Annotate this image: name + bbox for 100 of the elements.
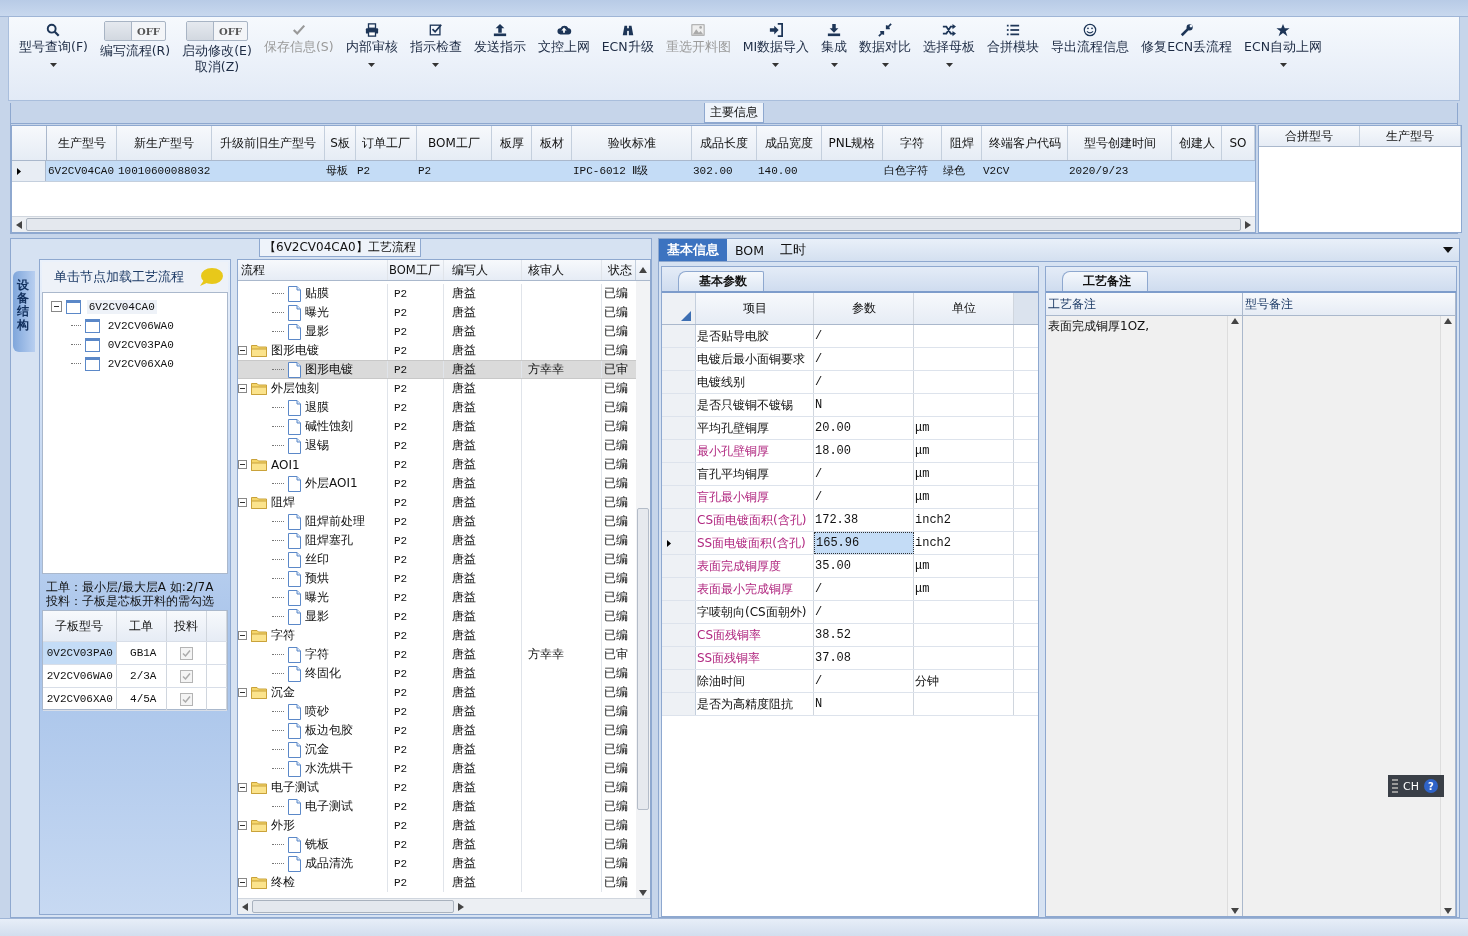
tree-node-label[interactable]: 字符 <box>271 627 295 644</box>
column-header[interactable]: 工艺备注 <box>1046 293 1242 316</box>
table-row[interactable]: 沉金 P2 唐益 已编 <box>238 683 636 702</box>
column-header[interactable]: SO <box>1222 126 1255 160</box>
column-header[interactable]: 生产型号 <box>47 126 117 160</box>
vertical-tab[interactable]: 设备结构 <box>13 271 35 352</box>
table-cell[interactable]: / <box>814 371 914 393</box>
collapse-icon[interactable] <box>238 878 247 887</box>
checkbox[interactable] <box>179 669 193 683</box>
table-cell[interactable]: 2V2CV06XA0 <box>42 688 117 710</box>
toolbar-button[interactable]: 合拼模块 <box>983 21 1044 75</box>
table-row[interactable]: 板边包胶 P2 唐益 已编 <box>238 721 636 740</box>
tree-node-label[interactable]: 电子测试 <box>271 779 319 796</box>
table-row[interactable]: 外层AOI1 P2 唐益 已编 <box>238 474 636 493</box>
column-header[interactable]: 流程 <box>238 260 388 280</box>
tree-node-label[interactable]: 电子测试 <box>305 798 353 815</box>
tree-node-label[interactable]: 退锡 <box>305 437 329 454</box>
table-row[interactable]: 丝印 P2 唐益 已编 <box>238 550 636 569</box>
table-cell[interactable]: N <box>814 693 914 715</box>
tree-node-label[interactable]: 外形 <box>271 817 295 834</box>
table-cell[interactable]: 35.00 <box>814 555 914 577</box>
table-cell[interactable]: 165.96 <box>814 532 914 554</box>
table-row[interactable]: 终固化 P2 唐益 已编 <box>238 664 636 683</box>
tree-node-label[interactable]: 图形电镀 <box>271 342 319 359</box>
toolbar-button[interactable]: 文控上网 <box>533 21 594 75</box>
help-button[interactable]: ? <box>1423 779 1438 793</box>
table-row[interactable]: 退膜 P2 唐益 已编 <box>238 398 636 417</box>
table-cell[interactable]: / <box>814 601 914 623</box>
tree-node-label[interactable]: 铣板 <box>305 836 329 853</box>
table-cell[interactable]: 2V2CV06WA0 <box>42 665 117 687</box>
collapse-icon[interactable] <box>238 631 247 640</box>
toolbar-button[interactable]: 导出流程信息 <box>1047 21 1134 75</box>
scroll-arrow-icon[interactable] <box>242 902 248 911</box>
scroll-arrow-icon[interactable] <box>1245 220 1251 229</box>
tree-node-label[interactable]: 碱性蚀刻 <box>305 418 353 435</box>
column-header[interactable]: 成品宽度 <box>757 126 822 160</box>
toolbar-button[interactable]: 修复ECN丢流程 <box>1137 21 1237 75</box>
tree-node-label[interactable]: 沉金 <box>271 684 295 701</box>
language-label[interactable]: CH <box>1403 779 1419 793</box>
tree-node-label[interactable]: 退膜 <box>305 399 329 416</box>
tree-node-label[interactable]: 终检 <box>271 874 295 891</box>
text-area[interactable]: 工艺备注 表面完成铜厚1OZ, <box>1046 293 1243 916</box>
tree-node-label[interactable]: 曝光 <box>305 589 329 606</box>
toggle-switch[interactable]: OFF <box>185 21 248 41</box>
tab[interactable]: 基本信息 <box>659 239 727 261</box>
tree-node-label[interactable]: 曝光 <box>305 304 329 321</box>
tree-node-label[interactable]: 喷砂 <box>305 703 329 720</box>
collapse-icon[interactable] <box>238 783 247 792</box>
table-row[interactable]: 铣板 P2 唐益 已编 <box>238 835 636 854</box>
table-cell[interactable]: 172.38 <box>814 509 914 531</box>
collapse-icon[interactable] <box>238 688 247 697</box>
table-row[interactable]: AOI1 P2 唐益 已编 <box>238 455 636 474</box>
table-row[interactable]: 喷砂 P2 唐益 已编 <box>238 702 636 721</box>
column-header[interactable]: 订单工厂 <box>356 126 417 160</box>
column-header[interactable]: 子板型号 <box>42 611 117 641</box>
tree-node-label[interactable]: 贴膜 <box>305 285 329 302</box>
tree-node-label[interactable]: 成品清洗 <box>305 855 353 872</box>
column-header[interactable]: 生产型号 <box>1360 126 1461 146</box>
collapse-icon[interactable] <box>238 346 247 355</box>
toggle-switch[interactable]: OFF <box>103 21 166 41</box>
column-header[interactable]: S板 <box>325 126 356 160</box>
column-header[interactable]: BOM工厂 <box>417 126 492 160</box>
checkbox[interactable] <box>179 692 193 706</box>
column-header[interactable]: 投料 <box>166 611 207 641</box>
table-cell[interactable]: 20.00 <box>814 417 914 439</box>
table-row[interactable]: 阻焊 P2 唐益 已编 <box>238 493 636 512</box>
column-header[interactable]: 字符 <box>883 126 942 160</box>
table-row[interactable]: 电子测试 P2 唐益 已编 <box>238 797 636 816</box>
table-cell[interactable]: N <box>814 394 914 416</box>
tree-node-label[interactable]: 字符 <box>305 646 329 663</box>
toolbar-button[interactable]: 数据对比 <box>855 21 916 75</box>
toolbar-button[interactable]: 发送指示 <box>469 21 530 75</box>
toolbar-button[interactable]: MI数据导入 <box>738 21 814 75</box>
toolbar-button[interactable]: 集成 <box>817 21 852 75</box>
scrollbar[interactable] <box>12 216 1255 232</box>
column-header[interactable]: 核审人 <box>522 260 602 280</box>
table-row[interactable]: 外层蚀刻 P2 唐益 已编 <box>238 379 636 398</box>
table-cell[interactable]: / <box>814 348 914 370</box>
table-row[interactable]: 字符 P2 唐益 方幸幸 已审 <box>238 645 636 664</box>
tree-node-label[interactable]: 外层AOI1 <box>305 475 358 492</box>
table-cell[interactable]: 0V2CV03PA0 <box>42 642 117 664</box>
tree-node-label[interactable]: 沉金 <box>305 741 329 758</box>
table-row[interactable]: 沉金 P2 唐益 已编 <box>238 740 636 759</box>
collapse-icon[interactable] <box>238 384 247 393</box>
column-header[interactable]: 新生产型号 <box>117 126 212 160</box>
tab[interactable]: 基本参数 <box>678 271 764 291</box>
column-header[interactable]: 项目 <box>696 293 814 324</box>
table-cell[interactable]: / <box>814 670 914 692</box>
column-header[interactable]: 状态 <box>602 260 636 280</box>
table-cell[interactable]: / <box>814 325 914 347</box>
scroll-arrow-icon[interactable] <box>1444 318 1452 324</box>
column-header[interactable]: 编写人 <box>444 260 522 280</box>
table-row[interactable]: 终检 P2 唐益 已编 <box>238 873 636 892</box>
column-header[interactable]: 升级前旧生产型号 <box>212 126 325 160</box>
table-cell[interactable]: / <box>814 578 914 600</box>
table-row[interactable]: 电子测试 P2 唐益 已编 <box>238 778 636 797</box>
table-row[interactable]: 字符 P2 唐益 已编 <box>238 626 636 645</box>
toolbar-button[interactable]: 选择母板 <box>919 21 980 75</box>
scrollbar[interactable] <box>1227 316 1242 916</box>
tree-node-label[interactable]: 图形电镀 <box>305 361 353 378</box>
